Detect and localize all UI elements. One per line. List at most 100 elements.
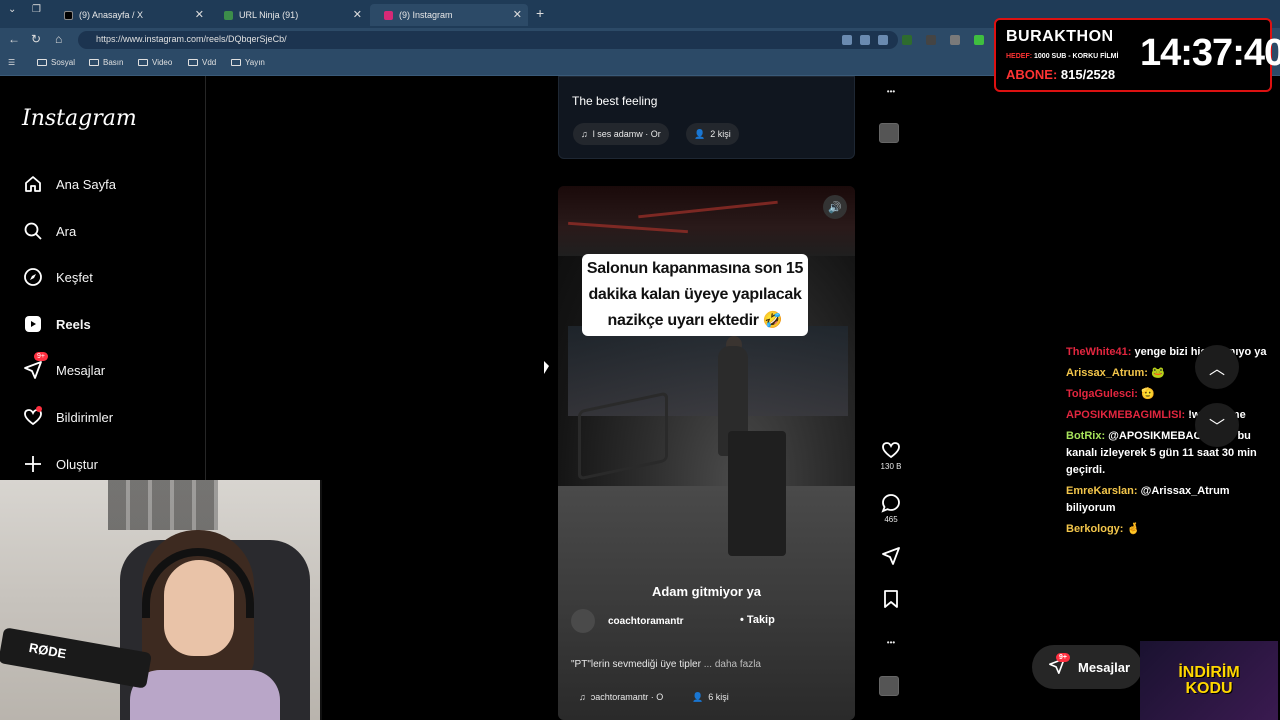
url-input[interactable]: https://www.instagram.com/reels/DQbqerSj… <box>78 31 898 49</box>
sidebar-item-search[interactable]: Ara <box>22 218 76 244</box>
tab-label: (9) Anasayfa / X <box>79 10 144 20</box>
heart-icon <box>22 406 44 428</box>
sidebar-item-label: Ara <box>56 223 77 239</box>
tab-label: (9) Instagram <box>399 10 453 20</box>
close-icon[interactable]: ✕ <box>353 8 362 21</box>
volume-button[interactable]: 🔊 <box>823 195 847 219</box>
stream-subscribers: ABONE: 815/2528 <box>1006 67 1116 82</box>
chat-message: Berkology: 🤞 <box>1066 523 1141 535</box>
mouse-cursor <box>544 361 549 374</box>
close-icon[interactable]: ✕ <box>195 8 204 21</box>
reels-icon <box>22 313 44 335</box>
tab-instagram[interactable]: (9) Instagram ✕ <box>370 4 528 26</box>
stream-status-box: BURAKTHON HEDEF: 1000 SUB - KORKU FİLMİ … <box>994 18 1280 92</box>
previous-reel-button[interactable]: ︿ <box>1195 345 1239 389</box>
bookmark-folder[interactable]: Basın <box>89 58 123 67</box>
tab-list-icon[interactable]: ⌄ <box>8 4 16 15</box>
reel-overlay-text: Salonun kapanmasına son 15 dakika kalan … <box>582 254 808 336</box>
home-icon[interactable]: ⌂ <box>55 32 62 46</box>
reload-icon[interactable]: ↻ <box>31 32 41 46</box>
people-pill[interactable]: 👤 6 kişi <box>684 686 737 708</box>
extension-icon[interactable] <box>926 35 936 45</box>
people-pill[interactable]: 👤 2 kişi <box>686 123 739 145</box>
search-icon <box>22 220 44 242</box>
bookmark-folder[interactable]: Yayın <box>231 58 265 67</box>
extension-icon[interactable] <box>974 35 984 45</box>
comment-button[interactable]: 465 <box>876 491 906 524</box>
audio-pill[interactable]: ♫ ɔachtoramantr · O <box>571 686 671 708</box>
like-count: 130 B <box>880 462 902 471</box>
audio-thumbnail[interactable] <box>879 676 899 696</box>
back-icon[interactable]: ← <box>8 32 20 46</box>
avatar[interactable] <box>571 609 595 633</box>
instagram-logo[interactable]: Instagram <box>22 106 137 131</box>
folder-icon <box>188 59 198 66</box>
more-options-button[interactable]: ••• <box>876 79 906 103</box>
close-icon[interactable]: ✕ <box>513 8 522 21</box>
messages-badge: 9+ <box>34 352 48 361</box>
sidebar-item-messages[interactable]: 9+ Mesajlar <box>22 352 105 383</box>
x-logo-icon <box>64 10 73 20</box>
audio-pill[interactable]: ♫ l ses adamw · Or <box>573 123 669 145</box>
previous-reel-card[interactable]: The best feeling ♫ l ses adamw · Or 👤 2 … <box>558 76 855 159</box>
webcam-feed: RØDE <box>0 480 322 720</box>
comment-icon <box>876 491 906 515</box>
bookmark-folder[interactable]: Video <box>138 58 172 67</box>
new-tab-button[interactable]: + <box>536 5 544 21</box>
more-options-button[interactable]: ••• <box>876 630 906 654</box>
workspaces-icon[interactable]: ❐ <box>32 4 41 15</box>
like-button[interactable]: 130 B <box>876 438 906 471</box>
gym-ceiling <box>558 186 855 256</box>
reader-icon[interactable] <box>842 35 852 45</box>
extension-icon[interactable] <box>950 35 960 45</box>
messages-icon: 9+ <box>22 352 48 381</box>
discount-code-banner: İNDİRİM KODU <box>1140 641 1278 720</box>
share-button[interactable] <box>876 544 906 568</box>
reel-subtitle: Adam gitmiyor ya <box>651 584 762 599</box>
tab-x[interactable]: (9) Anasayfa / X ✕ <box>50 4 210 26</box>
reel-video[interactable]: 🔊 Salonun kapanmasına son 15 dakika kala… <box>558 186 855 720</box>
reel-caption[interactable]: "PT"lerin sevmediği üye tipler ... daha … <box>571 659 761 670</box>
favorite-icon[interactable] <box>878 35 888 45</box>
plus-icon <box>22 453 44 475</box>
chat-message: EmreKarslan: @Arissax_Atrum biliyorum <box>1066 485 1230 514</box>
stream-chat: TheWhite41: yenge bizi hiç takmıyo ya Ar… <box>1066 344 1276 542</box>
music-note-icon: ♫ <box>579 692 586 702</box>
audio-thumbnail[interactable] <box>879 123 899 143</box>
more-link[interactable]: ... daha fazla <box>704 659 761 670</box>
folder-icon <box>231 59 241 66</box>
sidebar-item-home[interactable]: Ana Sayfa <box>22 171 116 197</box>
sidebar-item-label: Reels <box>56 316 91 332</box>
gym-window <box>568 326 848 416</box>
wall-frames <box>108 480 218 530</box>
reel-author[interactable]: coachtoramantr <box>571 608 684 634</box>
bookmark-folder[interactable]: Sosyal <box>37 58 75 67</box>
author-name[interactable]: coachtoramantr <box>608 616 684 627</box>
save-button[interactable] <box>876 587 906 611</box>
tab-url-ninja[interactable]: URL Ninja (91) ✕ <box>210 4 368 26</box>
bookmarks-menu-icon[interactable]: ☰ <box>8 58 15 67</box>
sidebar-item-label: Ana Sayfa <box>56 176 116 192</box>
messages-label: Mesajlar <box>1078 659 1131 675</box>
instagram-icon <box>384 10 393 20</box>
person-icon: 👤 <box>692 691 704 702</box>
sidebar-item-notifications[interactable]: Bildirimler <box>22 404 113 430</box>
url-text: https://www.instagram.com/reels/DQbqerSj… <box>96 34 287 44</box>
next-reel-button[interactable]: ﹀ <box>1195 403 1239 447</box>
follow-button[interactable]: • Takip <box>740 614 775 626</box>
sidebar-item-explore[interactable]: Keşfet <box>22 264 93 290</box>
messages-button[interactable]: 9+ Mesajlar <box>1032 645 1142 689</box>
sidebar-item-create[interactable]: Oluştur <box>22 451 98 477</box>
bookmark-folder[interactable]: Vdd <box>188 58 216 67</box>
reel-caption: The best feeling <box>572 94 658 108</box>
sidebar-item-reels[interactable]: Reels <box>22 311 91 337</box>
zoom-icon[interactable] <box>860 35 870 45</box>
gym-floor <box>558 486 855 720</box>
extension-icon[interactable] <box>902 35 912 45</box>
chevron-up-icon: ︿ <box>1208 361 1225 378</box>
send-icon <box>876 544 906 568</box>
more-icon: ••• <box>886 637 896 647</box>
compass-icon <box>22 266 44 288</box>
notification-dot <box>36 406 42 412</box>
folder-icon <box>138 59 148 66</box>
